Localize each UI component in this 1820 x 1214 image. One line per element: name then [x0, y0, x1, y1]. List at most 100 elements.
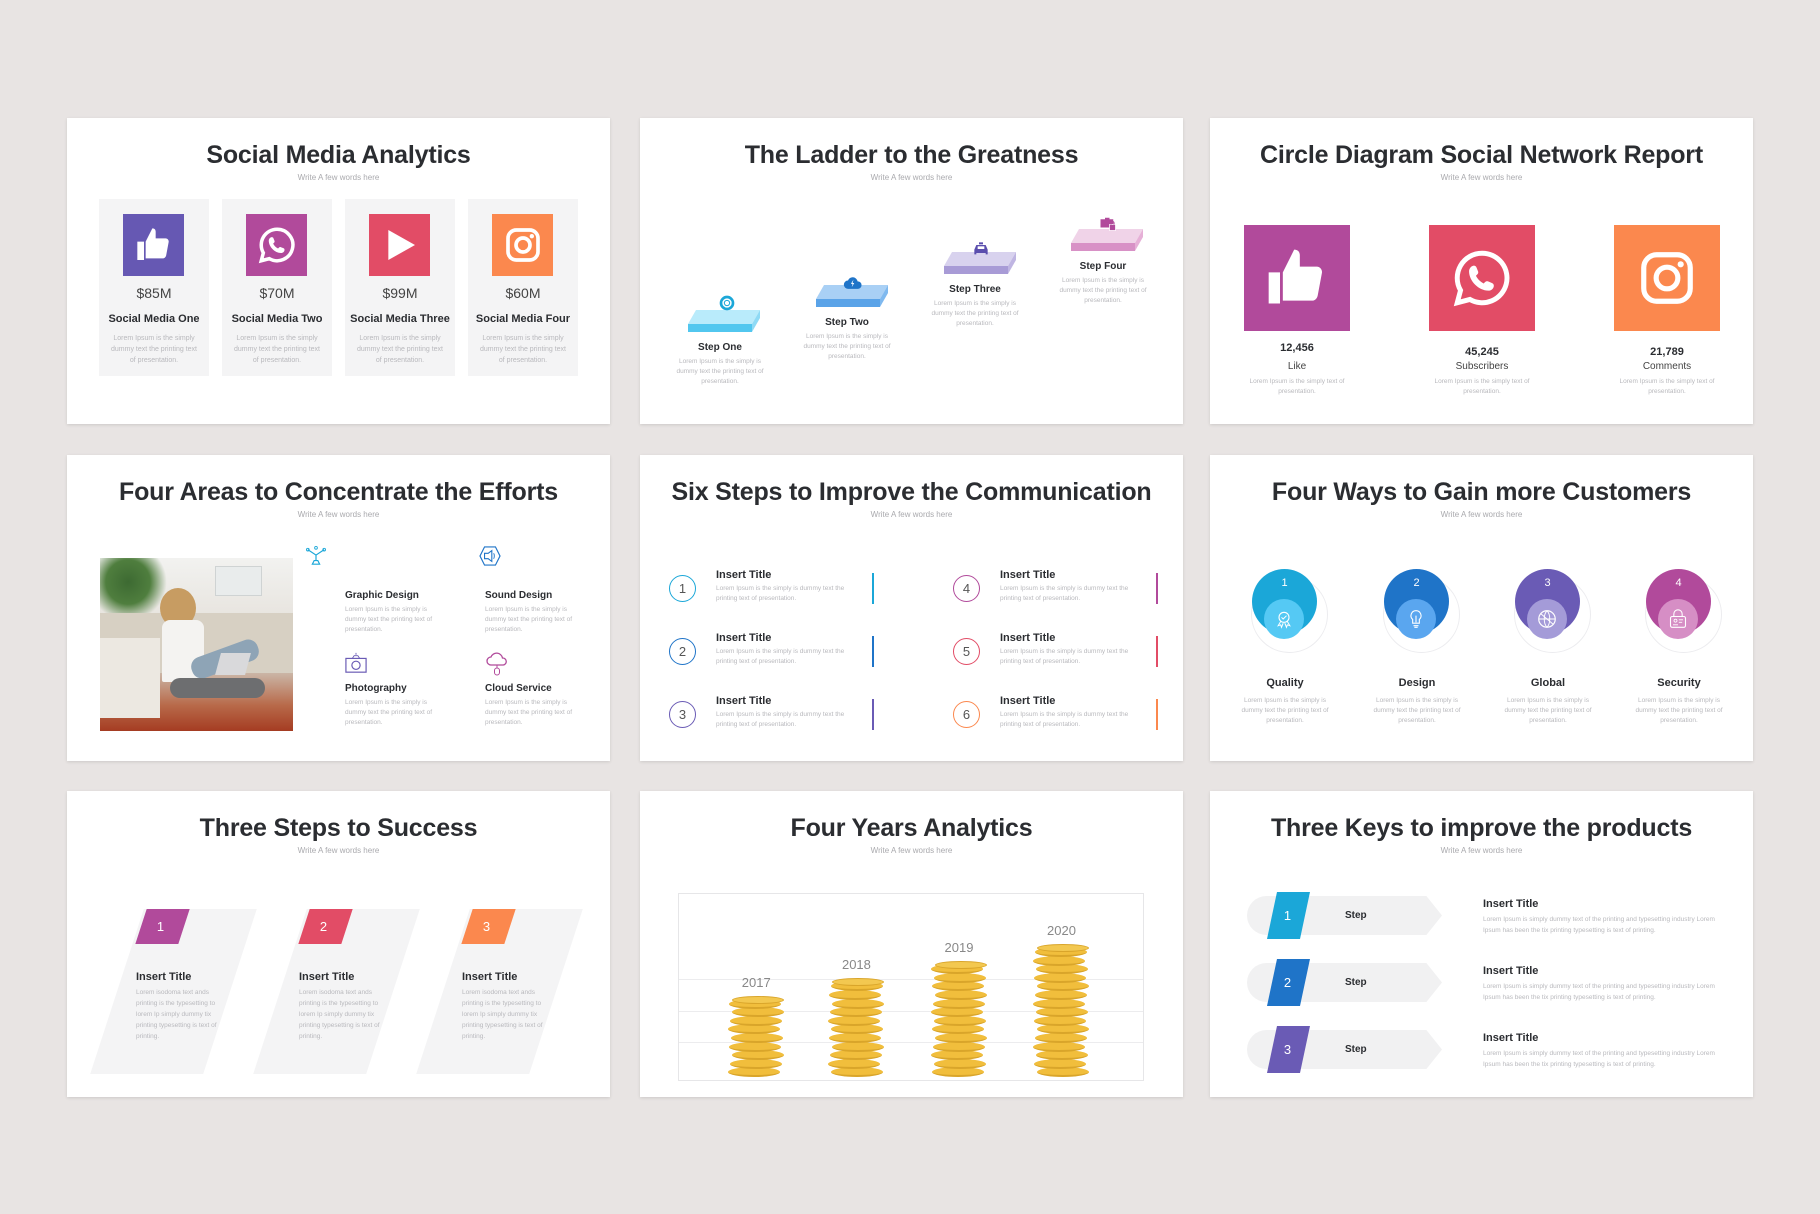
step-name: Step One — [698, 342, 742, 353]
area-desc: Lorem Ipsum is the simply is dummy text … — [485, 606, 573, 633]
coin-bar-segment — [828, 1058, 881, 1069]
step-title: Insert Title — [716, 695, 772, 707]
slide-six-steps[interactable]: Six Steps to Improve the Communication W… — [640, 455, 1183, 761]
briefcase-lock-icon — [1100, 217, 1116, 231]
cloud-mouse-icon — [486, 652, 507, 676]
coin-bar-segment — [832, 1041, 885, 1052]
slide-title: Six Steps to Improve the Communication — [671, 478, 1152, 506]
social-value: $70M — [259, 285, 295, 301]
coin-bar-segment — [933, 972, 986, 983]
step-title: Insert Title — [299, 971, 355, 983]
social-name: Social Media Three — [350, 313, 450, 325]
slide-four-areas[interactable]: Four Areas to Concentrate the Efforts Wr… — [67, 455, 610, 761]
coin-bar-segment — [830, 1050, 883, 1061]
stat-desc: Lorem Ipsum is the simply text of presen… — [1434, 378, 1530, 395]
slide-title: Three Steps to Success — [199, 814, 478, 842]
key-desc: Lorem Ipsum is simply dummy text of the … — [1483, 983, 1715, 1001]
slide-subtitle: Write A few words here — [1440, 846, 1523, 855]
stat-value: 12,456 — [1280, 342, 1314, 354]
slide-title: The Ladder to the Greatness — [744, 141, 1079, 169]
slide-title: Circle Diagram Social Network Report — [1260, 141, 1703, 169]
slide-title: Three Keys to improve the products — [1270, 814, 1693, 842]
social-desc: Lorem Ipsum is the simply dummy text the… — [111, 335, 197, 364]
coin-bar-segment — [832, 998, 885, 1009]
step-accent-bar — [1156, 699, 1158, 730]
step-number-circle: 3 — [669, 701, 696, 728]
cloud-lightning-icon — [843, 277, 862, 289]
step-desc: Lorem isodoma text ands printing is the … — [136, 989, 217, 1040]
step-accent-bar — [872, 636, 874, 667]
step-number-circle: 5 — [953, 638, 980, 665]
circle-number: 1 — [1281, 577, 1288, 589]
chart-frame: 2017 2018 2019 2020 — [678, 893, 1144, 1081]
coin-bar-segment — [829, 1033, 882, 1043]
step-number: 3 — [1283, 1042, 1292, 1057]
way-name: Security — [1657, 677, 1701, 689]
coin-bar-segment — [1033, 955, 1086, 966]
coin-bar-segment — [830, 1007, 883, 1018]
slide-four-ways[interactable]: Four Ways to Gain more Customers Write A… — [1210, 455, 1753, 761]
whatsapp-icon — [246, 214, 307, 276]
way-name: Global — [1530, 677, 1566, 689]
way-name: Quality — [1266, 677, 1304, 689]
social-card: $99M Social Media Three Lorem Ipsum is t… — [345, 199, 455, 376]
lifebuoy-icon — [719, 295, 735, 311]
photo-woman-with-laptop — [100, 558, 293, 731]
step-desc: Lorem Ipsum is the simply is dummy text … — [1059, 277, 1147, 304]
step-label: Step — [1345, 910, 1367, 921]
coin-bar-segment — [1037, 1067, 1090, 1078]
step-desc: Lorem isodoma text ands printing is the … — [462, 989, 543, 1040]
social-value: $99M — [382, 285, 418, 301]
step-title: Insert Title — [1000, 632, 1056, 644]
coin-bar-segment — [932, 998, 985, 1009]
step-title: Insert Title — [462, 971, 518, 983]
slide-subtitle: Write A few words here — [870, 510, 953, 519]
coin-bar-segment — [930, 1007, 983, 1018]
coin-bar-segment — [934, 1033, 987, 1043]
slide-three-steps[interactable]: Three Steps to Success Write A few words… — [67, 791, 610, 1097]
key-title: Insert Title — [1483, 965, 1539, 977]
coin-bar-segment — [1034, 1058, 1087, 1069]
slide-three-keys[interactable]: Three Keys to improve the products Write… — [1210, 791, 1753, 1097]
globe-icon — [1527, 599, 1567, 639]
step-title: Insert Title — [716, 569, 772, 581]
stat-label: Subscribers — [1455, 361, 1509, 372]
area-desc: Lorem Ipsum is the simply is dummy text … — [345, 606, 433, 633]
way-desc: Lorem Ipsum is the simply is dummy text … — [1373, 697, 1461, 724]
step-number: 1 — [156, 919, 165, 934]
instagram-icon — [492, 214, 553, 276]
lightbulb-icon — [1396, 599, 1436, 639]
step-desc: Lorem Ipsum is the simply is dummy text … — [1000, 648, 1129, 665]
slide-circle-diagram-report[interactable]: Circle Diagram Social Network Report Wri… — [1210, 118, 1753, 424]
coin-bar-top — [732, 995, 785, 1004]
way-desc: Lorem Ipsum is the simply is dummy text … — [1504, 697, 1592, 724]
area-name: Cloud Service — [485, 683, 552, 694]
coin-bar-segment — [1033, 998, 1086, 1009]
key-desc: Lorem Ipsum is simply dummy text of the … — [1483, 1050, 1715, 1068]
coin-bar-segment — [1035, 1033, 1088, 1043]
coin-bar-segment — [732, 1007, 785, 1018]
circle-number: 2 — [1413, 577, 1420, 589]
slide-social-media-analytics[interactable]: Social Media Analytics Write A few words… — [67, 118, 610, 424]
coin-bar-segment — [728, 1024, 781, 1035]
coin-bar-segment — [731, 1033, 784, 1043]
coin-bar-segment — [1034, 1015, 1087, 1026]
step-accent-bar — [872, 699, 874, 730]
area-desc: Lorem Ipsum is the simply is dummy text … — [345, 699, 433, 726]
coin-bar-segment — [828, 1015, 881, 1026]
slide-subtitle: Write A few words here — [870, 173, 953, 182]
year-label: 2019 — [944, 940, 974, 956]
slide-title: Social Media Analytics — [206, 141, 471, 169]
way-desc: Lorem Ipsum is the simply is dummy text … — [1635, 697, 1723, 724]
coin-bar-segment — [1036, 1007, 1089, 1018]
step-desc: Lorem Ipsum is the simply is dummy text … — [716, 648, 845, 665]
coin-bar-segment — [1035, 990, 1088, 1000]
coin-bar-segment — [932, 1041, 985, 1052]
step-desc: Lorem Ipsum is the simply is dummy text … — [676, 358, 764, 385]
slide-subtitle: Write A few words here — [297, 510, 380, 519]
coin-bar-segment — [933, 1058, 986, 1069]
slide-ladder-to-greatness[interactable]: The Ladder to the Greatness Write A few … — [640, 118, 1183, 424]
slide-four-years-analytics[interactable]: Four Years Analytics Write A few words h… — [640, 791, 1183, 1097]
stat-value: 21,789 — [1650, 346, 1684, 358]
coin-bar-segment — [1034, 972, 1087, 983]
